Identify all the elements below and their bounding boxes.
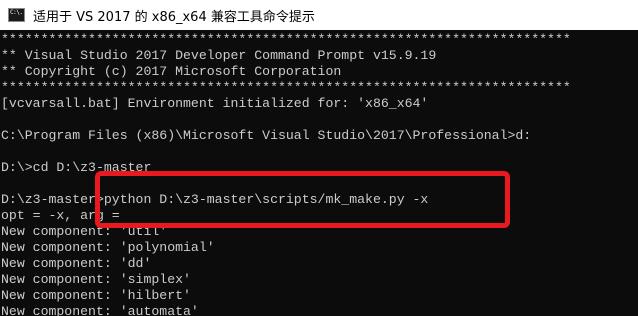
console-line: ** Copyright (c) 2017 Microsoft Corporat… xyxy=(1,64,342,79)
console-line: ****************************************… xyxy=(1,80,571,95)
console-line: [vcvarsall.bat] Environment initialized … xyxy=(1,96,429,111)
console-output[interactable]: ****************************************… xyxy=(0,30,638,316)
console-line: New component: 'polynomial' xyxy=(1,240,215,255)
console-line: ****************************************… xyxy=(1,32,571,47)
console-line: New component: 'dd' xyxy=(1,256,152,271)
cmd-icon: C:\. xyxy=(8,8,25,22)
console-line: New component: 'hilbert' xyxy=(1,288,191,303)
console-line: ** Visual Studio 2017 Developer Command … xyxy=(1,48,437,63)
console-line: New component: 'simplex' xyxy=(1,272,191,287)
console-line: opt = -x, arg = xyxy=(1,208,120,223)
console-line: D:\z3-master>python D:\z3-master\scripts… xyxy=(1,192,429,207)
console-line: D:\>cd D:\z3-master xyxy=(1,160,152,175)
console-line: C:\Program Files (x86)\Microsoft Visual … xyxy=(1,128,532,143)
title-bar[interactable]: C:\. 适用于 VS 2017 的 x86_x64 兼容工具命令提示 xyxy=(0,0,638,30)
command-prompt-window: C:\. 适用于 VS 2017 的 x86_x64 兼容工具命令提示 ****… xyxy=(0,0,638,316)
window-title: 适用于 VS 2017 的 x86_x64 兼容工具命令提示 xyxy=(33,9,315,25)
console-line: New component: 'util' xyxy=(1,224,168,239)
console-line: New component: 'automata' xyxy=(1,304,199,316)
cmd-icon-label: C:\. xyxy=(10,9,23,16)
